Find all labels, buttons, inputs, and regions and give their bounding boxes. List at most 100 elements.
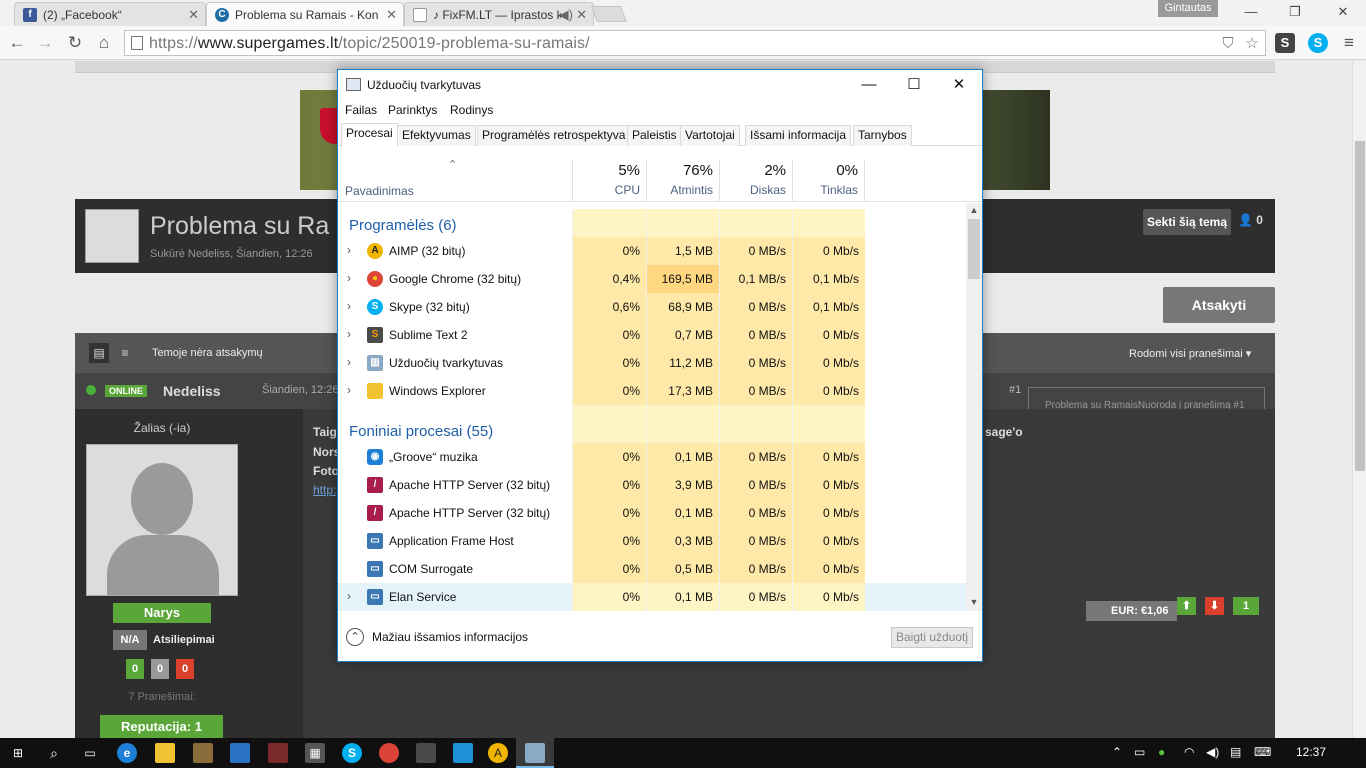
file-explorer-icon[interactable] bbox=[155, 743, 175, 763]
sublime-icon[interactable] bbox=[416, 743, 436, 763]
process-row[interactable]: › Windows Explorer 0% 17,3 MB 0 MB/s 0 Mb/s bbox=[338, 377, 966, 405]
chevron-right-icon[interactable]: › bbox=[347, 327, 351, 341]
process-list-scrollbar[interactable]: ▲ ▼ bbox=[966, 203, 982, 611]
extension-s-icon[interactable]: S bbox=[1275, 33, 1295, 53]
tab-processes[interactable]: Procesai bbox=[341, 123, 398, 147]
minimize-icon[interactable]: — bbox=[846, 72, 892, 98]
column-disk[interactable]: 2% Diskas bbox=[719, 160, 792, 202]
vote-up-icon[interactable]: ⬆ bbox=[1177, 597, 1196, 615]
tab-performance[interactable]: Efektyvumas bbox=[397, 125, 476, 146]
post-link[interactable]: http: bbox=[313, 483, 336, 497]
keyboard-icon[interactable]: ⌨ bbox=[1254, 745, 1271, 759]
tray-app-icon[interactable]: ● bbox=[1158, 745, 1165, 759]
menu-file[interactable]: Failas bbox=[345, 103, 377, 117]
edge-icon[interactable]: e bbox=[117, 743, 137, 763]
process-row[interactable]: / Apache HTTP Server (32 bitų) 0% 3,9 MB 0 M… bbox=[338, 471, 966, 499]
post-number[interactable]: #1 bbox=[1009, 384, 1021, 396]
column-memory[interactable]: 76% Atmintis bbox=[646, 160, 719, 202]
restore-icon[interactable]: ❐ bbox=[1280, 4, 1310, 22]
task-manager-taskbar-icon[interactable] bbox=[525, 743, 545, 763]
app-icon[interactable] bbox=[193, 743, 213, 763]
shield-icon[interactable]: ⛉ bbox=[1219, 35, 1237, 53]
back-icon[interactable]: ← bbox=[6, 32, 28, 54]
start-icon[interactable]: ⊞ bbox=[8, 743, 28, 763]
tab-services[interactable]: Tarnybos bbox=[853, 125, 912, 146]
process-row[interactable]: › ▭ Elan Service 0% 0,1 MB 0 MB/s 0 Mb/s bbox=[338, 583, 966, 611]
reply-button[interactable]: Atsakyti bbox=[1163, 287, 1275, 323]
compact-view-icon[interactable]: ≡ bbox=[115, 343, 135, 363]
user-avatar[interactable] bbox=[86, 444, 238, 596]
profile-name[interactable]: Gintautas bbox=[1158, 0, 1218, 17]
maximize-icon[interactable]: ☐ bbox=[891, 72, 937, 98]
end-task-button[interactable]: Baigti užduotį bbox=[891, 627, 973, 648]
notifications-icon[interactable]: ▤ bbox=[1230, 745, 1241, 759]
reputation-badge[interactable]: Reputacija: 1 bbox=[100, 715, 223, 738]
reload-icon[interactable]: ↻ bbox=[64, 32, 86, 54]
fewer-details-link[interactable]: Mažiau išsamios informacijos bbox=[372, 630, 528, 644]
tab-startup[interactable]: Paleistis bbox=[627, 125, 682, 146]
chevron-up-icon[interactable]: ⌃ bbox=[346, 628, 364, 646]
chrome-icon[interactable] bbox=[379, 743, 399, 763]
feedback-label[interactable]: Atsiliepimai bbox=[153, 634, 215, 646]
skype-extension-icon[interactable]: S bbox=[1308, 33, 1328, 53]
volume-icon[interactable]: ◀) bbox=[1206, 745, 1219, 759]
calculator-icon[interactable]: ▦ bbox=[305, 743, 325, 763]
bookmark-star-icon[interactable]: ☆ bbox=[1243, 35, 1261, 53]
forward-icon[interactable]: → bbox=[34, 32, 56, 54]
chevron-right-icon[interactable]: › bbox=[347, 243, 351, 257]
tab-app-history[interactable]: Programėlės retrospektyva bbox=[477, 125, 631, 146]
game-icon[interactable] bbox=[268, 743, 288, 763]
process-row[interactable]: / Apache HTTP Server (32 bitų) 0% 0,1 MB 0 M… bbox=[338, 499, 966, 527]
process-row[interactable]: › A AIMP (32 bitų) 0% 1,5 MB 0 MB/s 0 Mb/s bbox=[338, 237, 966, 265]
followers-count[interactable]: 👤 0 bbox=[1238, 213, 1263, 227]
close-tab-icon[interactable]: ✕ bbox=[576, 7, 587, 23]
menu-view[interactable]: Rodinys bbox=[450, 103, 493, 117]
column-name[interactable]: Pavadinimas bbox=[345, 184, 414, 198]
vote-down-icon[interactable]: ⬇ bbox=[1205, 597, 1224, 615]
tab-supergames[interactable]: C Problema su Ramais - Kon ✕ bbox=[206, 2, 404, 26]
address-bar[interactable]: https://www.supergames.lt/topic/250019-p… bbox=[124, 30, 1266, 56]
search-icon[interactable]: ⌕ bbox=[44, 743, 64, 763]
tab-fixfm[interactable]: ♪ FixFM.LT — Iprastos k ◀) ✕ bbox=[404, 2, 594, 26]
close-window-icon[interactable]: ✕ bbox=[1328, 4, 1358, 22]
author-avatar-small[interactable] bbox=[85, 209, 139, 263]
process-row[interactable]: ◉ „Groove“ muzika 0% 0,1 MB 0 MB/s 0 Mb/s bbox=[338, 443, 966, 471]
page-scrollbar[interactable] bbox=[1352, 61, 1366, 738]
close-icon[interactable]: ✕ bbox=[936, 72, 982, 98]
column-cpu[interactable]: 5% CPU bbox=[572, 160, 646, 202]
process-row[interactable]: ▭ Application Frame Host 0% 0,3 MB 0 MB/s 0 M… bbox=[338, 527, 966, 555]
tab-details[interactable]: Išsami informacija bbox=[745, 125, 852, 146]
process-row[interactable]: › S Skype (32 bitų) 0,6% 68,9 MB 0 MB/s 0,1 Mb… bbox=[338, 293, 966, 321]
list-view-icon[interactable]: ▤ bbox=[89, 343, 109, 363]
page-info-icon[interactable] bbox=[131, 36, 143, 50]
chevron-right-icon[interactable]: › bbox=[347, 299, 351, 313]
scroll-up-icon[interactable]: ▲ bbox=[966, 205, 982, 215]
scroll-down-icon[interactable]: ▼ bbox=[966, 597, 982, 607]
chevron-right-icon[interactable]: › bbox=[347, 355, 351, 369]
menu-options[interactable]: Parinktys bbox=[388, 103, 437, 117]
show-all-posts-dropdown[interactable]: Rodomi visi pranešimai ▾ bbox=[1129, 347, 1251, 360]
new-tab-button[interactable] bbox=[591, 6, 627, 22]
chrome-menu-icon[interactable]: ≡ bbox=[1338, 32, 1360, 54]
tray-overflow-icon[interactable]: ⌃ bbox=[1112, 745, 1122, 759]
wifi-icon[interactable]: ◠ bbox=[1184, 745, 1194, 759]
home-icon[interactable]: ⌂ bbox=[93, 32, 115, 54]
tab-facebook[interactable]: f (2) „Facebook“ ✕ bbox=[14, 2, 206, 26]
process-row[interactable]: › ▥ Užduočių tvarkytuvas 0% 11,2 MB 0 MB/s 0 M… bbox=[338, 349, 966, 377]
tab-users[interactable]: Vartotojai bbox=[680, 125, 740, 146]
chevron-right-icon[interactable]: › bbox=[347, 271, 351, 285]
battery-icon[interactable]: ▭ bbox=[1134, 745, 1145, 759]
app-blue-icon[interactable] bbox=[453, 743, 473, 763]
follow-topic-button[interactable]: Sekti šią temą bbox=[1143, 209, 1231, 235]
mute-icon[interactable]: ◀) bbox=[559, 7, 573, 23]
aimp-icon[interactable]: A bbox=[488, 743, 508, 763]
minimize-icon[interactable]: — bbox=[1236, 4, 1266, 22]
chevron-right-icon[interactable]: › bbox=[347, 589, 351, 603]
store-icon[interactable] bbox=[230, 743, 250, 763]
close-tab-icon[interactable]: ✕ bbox=[386, 7, 397, 23]
task-view-icon[interactable]: ▭ bbox=[80, 743, 100, 763]
clock[interactable]: 12:37 bbox=[1296, 745, 1326, 759]
process-row[interactable]: › ● Google Chrome (32 bitų) 0,4% 169,5 MB 0,1… bbox=[338, 265, 966, 293]
column-network[interactable]: 0% Tinklas bbox=[792, 160, 865, 202]
skype-icon[interactable]: S bbox=[342, 743, 362, 763]
